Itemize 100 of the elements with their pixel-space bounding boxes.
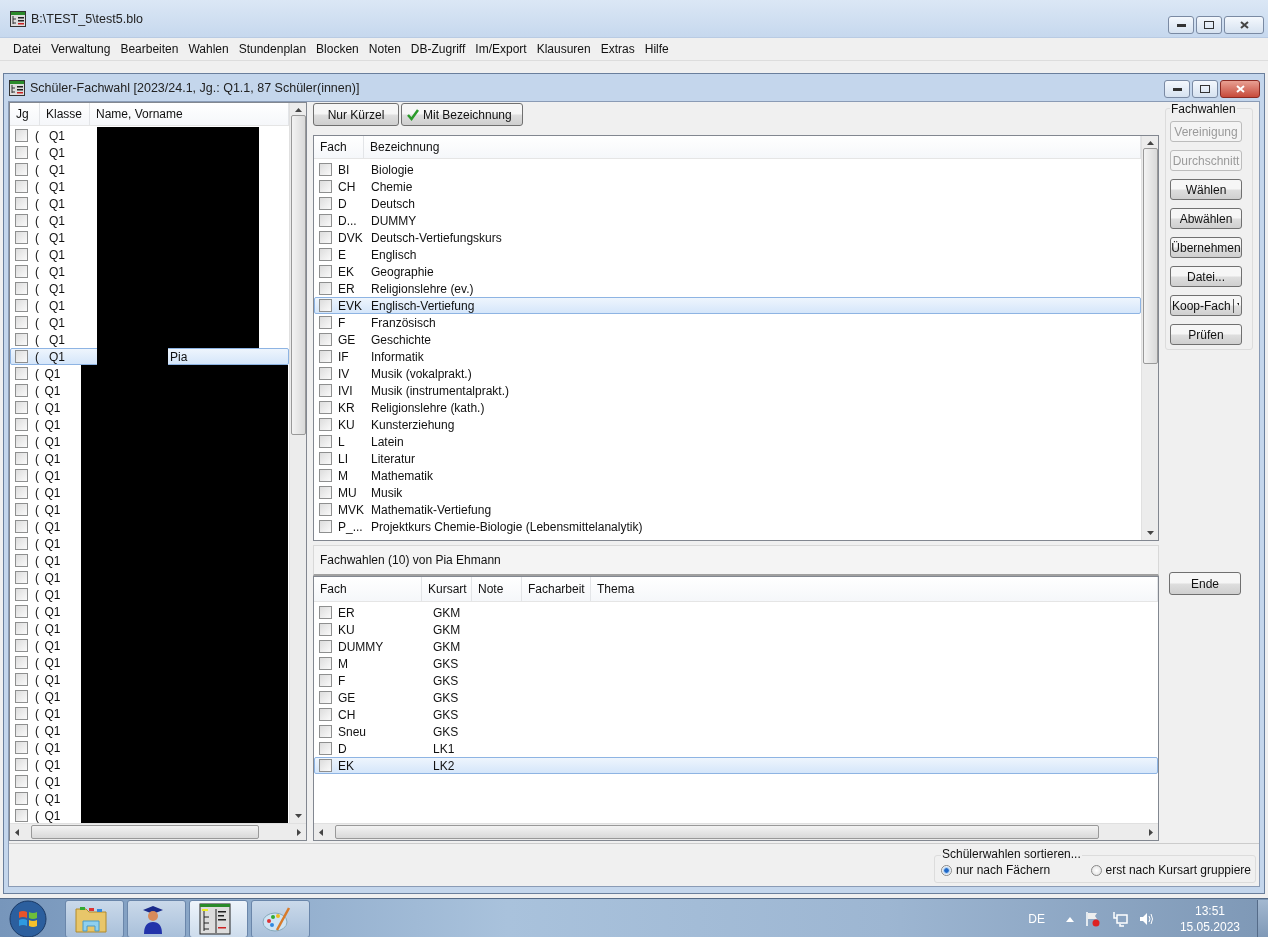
list-row[interactable]: ( Q1 (10, 263, 289, 280)
flag-icon[interactable] (1084, 911, 1101, 927)
list-row[interactable]: IV Musik (vokalprakt.) (314, 365, 1141, 382)
checkbox[interactable] (319, 486, 332, 499)
list-row[interactable]: ( Q1 (10, 722, 289, 739)
checkbox[interactable] (15, 316, 28, 329)
checkbox[interactable] (319, 418, 332, 431)
list-row[interactable]: ( Q1 (10, 246, 289, 263)
checkbox[interactable] (15, 588, 28, 601)
checkbox[interactable] (319, 452, 332, 465)
checkbox[interactable] (15, 622, 28, 635)
checkbox[interactable] (15, 639, 28, 652)
checkbox[interactable] (15, 129, 28, 142)
list-row[interactable]: ( Q1 (10, 178, 289, 195)
checkbox[interactable] (15, 231, 28, 244)
column-header[interactable]: Facharbeit (522, 577, 591, 601)
checkbox[interactable] (319, 384, 332, 397)
list-row[interactable]: KU GKM (314, 621, 1158, 638)
taskbar-button[interactable] (189, 900, 248, 937)
taskbar-button[interactable] (127, 900, 186, 937)
list-row[interactable]: M GKS (314, 655, 1158, 672)
menu-item[interactable]: Blocken (311, 42, 364, 56)
list-row[interactable]: ( Q1 (10, 365, 289, 382)
list-row[interactable]: ( Q1 (10, 484, 289, 501)
list-row[interactable]: ( Q1 (10, 552, 289, 569)
menu-item[interactable]: Hilfe (639, 42, 674, 56)
list-row[interactable]: P_... Projektkurs Chemie-Biologie (Lebensmittelanalytik) (314, 518, 1141, 535)
menu-item[interactable]: Wahlen (183, 42, 234, 56)
checkbox[interactable] (15, 690, 28, 703)
maximize-button[interactable] (1192, 80, 1218, 98)
scroll-left-icon[interactable] (15, 828, 19, 836)
menu-item[interactable]: Noten (363, 42, 406, 56)
button[interactable]: Abwählen (1170, 208, 1242, 229)
button[interactable]: Nur Kürzel (313, 103, 399, 126)
checkbox[interactable] (319, 640, 332, 653)
toggle-button[interactable]: Mit Bezeichnung (401, 103, 523, 126)
maximize-button[interactable] (1196, 16, 1222, 34)
column-header[interactable]: Kursart (422, 577, 472, 601)
checkbox[interactable] (319, 282, 332, 295)
list-row[interactable]: E Englisch (314, 246, 1141, 263)
list-row[interactable]: DUMMY GKM (314, 638, 1158, 655)
checkbox[interactable] (15, 758, 28, 771)
list-row[interactable]: ( Q1 (10, 416, 289, 433)
checkbox[interactable] (15, 537, 28, 550)
list-row[interactable]: ( Q1 (10, 501, 289, 518)
menu-item[interactable]: Stundenplan (233, 42, 312, 56)
checkbox[interactable] (15, 418, 28, 431)
radio-button[interactable] (941, 864, 952, 876)
list-row[interactable]: DVK Deutsch-Vertiefungskurs (314, 229, 1141, 246)
column-header[interactable]: Note (472, 577, 522, 601)
list-row[interactable]: ( Q1 (10, 535, 289, 552)
list-row[interactable]: ( Q1 (10, 739, 289, 756)
list-row[interactable]: BI Biologie (314, 161, 1141, 178)
checkbox[interactable] (15, 469, 28, 482)
list-row[interactable]: ( Q1 (10, 127, 289, 144)
list-row[interactable]: ( Q1 (10, 773, 289, 790)
close-button[interactable] (1220, 80, 1260, 98)
list-row[interactable]: ( Q1 (10, 382, 289, 399)
list-row[interactable]: ( Q1 (10, 518, 289, 535)
checkbox[interactable] (15, 571, 28, 584)
button[interactable]: Prüfen (1170, 324, 1242, 345)
list-row[interactable]: IVI Musik (instrumentalprakt.) (314, 382, 1141, 399)
checkbox[interactable] (319, 316, 332, 329)
list-row[interactable]: IF Informatik (314, 348, 1141, 365)
radio-option[interactable]: erst nach Kursart gruppiere (1090, 863, 1251, 877)
checkbox[interactable] (15, 605, 28, 618)
list-row[interactable]: CH GKS (314, 706, 1158, 723)
close-button[interactable] (1224, 16, 1264, 34)
checkbox[interactable] (15, 146, 28, 159)
checkbox[interactable] (319, 759, 332, 772)
selected-row[interactable]: EVK Englisch-Vertiefung (314, 297, 1141, 314)
list-row[interactable]: ( Q1 (10, 756, 289, 773)
checkbox[interactable] (15, 350, 28, 363)
checkbox[interactable] (319, 214, 332, 227)
checkbox[interactable] (15, 197, 28, 210)
list-row[interactable]: ( Q1 (10, 705, 289, 722)
checkbox[interactable] (319, 163, 332, 176)
column-header[interactable]: Thema (591, 577, 1158, 601)
checkbox[interactable] (15, 656, 28, 669)
button[interactable]: Datei... (1170, 266, 1242, 287)
checkbox[interactable] (15, 163, 28, 176)
list-row[interactable]: ( Q1 (10, 467, 289, 484)
checkbox[interactable] (15, 435, 28, 448)
show-desktop-button[interactable] (1257, 900, 1268, 937)
list-row[interactable]: ( Q1 (10, 331, 289, 348)
list-row[interactable]: F GKS (314, 672, 1158, 689)
checkbox[interactable] (15, 775, 28, 788)
checkbox[interactable] (319, 691, 332, 704)
menu-item[interactable]: Datei (8, 42, 46, 56)
checkbox[interactable] (15, 741, 28, 754)
list-row[interactable]: ( Q1 (10, 144, 289, 161)
checkbox[interactable] (319, 197, 332, 210)
list-row[interactable]: D... DUMMY (314, 212, 1141, 229)
list-row[interactable]: ( Q1 (10, 790, 289, 807)
checkbox[interactable] (15, 333, 28, 346)
list-row[interactable]: M Mathematik (314, 467, 1141, 484)
list-row[interactable]: F Französisch (314, 314, 1141, 331)
checkbox[interactable] (319, 520, 332, 533)
checkbox[interactable] (319, 657, 332, 670)
list-row[interactable]: ( Q1 (10, 399, 289, 416)
